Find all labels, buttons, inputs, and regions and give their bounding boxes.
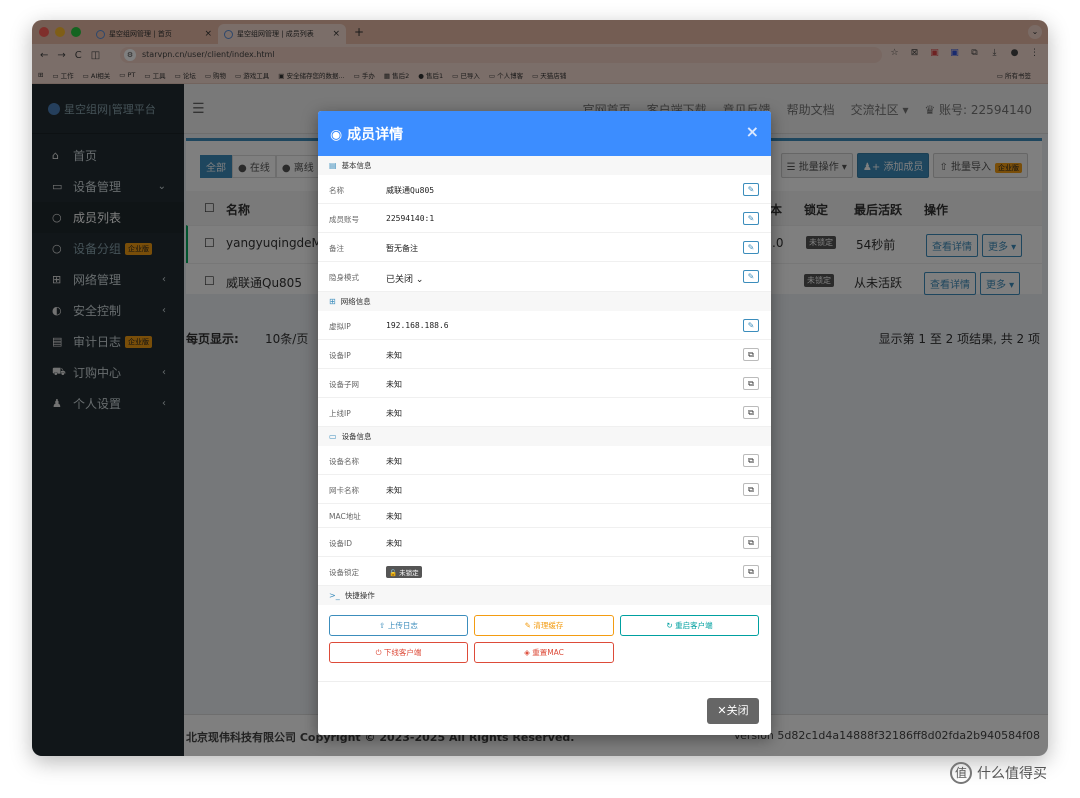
detail-value: 未知 — [386, 409, 402, 418]
section-label: 快捷操作 — [344, 591, 375, 600]
detail-row-remark: 备注 暂无备注 ✎ — [318, 233, 771, 262]
detail-row-stealth: 隐身模式 已关闭 ⌄ ✎ — [318, 262, 771, 292]
smzdm-logo-icon: 值 — [950, 762, 972, 784]
copy-icon[interactable]: ⧉ — [743, 483, 759, 496]
detail-value: 未知 — [386, 539, 402, 548]
section-device-info: ▭ 设备信息 — [318, 427, 771, 446]
detail-key: 上线IP — [329, 409, 351, 418]
lock-status-badge: 🔓 未锁定 — [386, 566, 422, 578]
section-quick-actions: >_ 快捷操作 — [318, 586, 771, 605]
modal-title-text: 成员详情 — [347, 127, 404, 143]
copy-icon[interactable]: ⧉ — [743, 565, 759, 578]
copy-icon[interactable]: ⧉ — [743, 536, 759, 549]
section-label: 设备信息 — [341, 432, 372, 441]
watermark: 值 什么值得买 — [950, 762, 1047, 784]
detail-key: 设备名称 — [329, 457, 359, 466]
terminal-icon: >_ — [329, 591, 340, 600]
detail-key: 网卡名称 — [329, 486, 359, 495]
section-label: 网络信息 — [340, 297, 371, 306]
quick-actions: ⇧ 上传日志 ✎ 清理缓存 ↻ 重启客户端 ⏻ 下线客户端 ◈ 重置MAC — [318, 605, 771, 679]
detail-row-device-name: 设备名称 未知 ⧉ — [318, 446, 771, 475]
detail-row-account: 成员账号 22594140:1 ✎ — [318, 204, 771, 233]
detail-key: 成员账号 — [329, 215, 359, 224]
detail-key: 设备锁定 — [329, 568, 359, 577]
restart-client-button[interactable]: ↻ 重启客户端 — [620, 615, 759, 636]
stealth-mode-select[interactable]: 已关闭 ⌄ — [386, 272, 423, 285]
detail-key: 备注 — [329, 244, 344, 253]
edit-icon[interactable]: ✎ — [743, 319, 759, 332]
close-icon[interactable]: × — [746, 122, 759, 141]
edit-icon[interactable]: ✎ — [743, 212, 759, 225]
watermark-text: 什么值得买 — [977, 766, 1047, 782]
detail-value: 暂无备注 — [386, 244, 418, 253]
user-icon: ◉ — [330, 127, 348, 143]
detail-row-online-ip: 上线IP 未知 ⧉ — [318, 398, 771, 427]
member-detail-modal: ◉ 成员详情 × ▤ 基本信息 名称 威联通Qu805 ✎ 成员账号 22594140:… — [318, 111, 771, 735]
detail-row-device-ip: 设备IP 未知 ⧉ — [318, 340, 771, 369]
upload-log-button[interactable]: ⇧ 上传日志 — [329, 615, 468, 636]
detail-row-name: 名称 威联通Qu805 ✎ — [318, 175, 771, 204]
detail-row-nic-name: 网卡名称 未知 ⧉ — [318, 475, 771, 504]
detail-row-device-lock: 设备锁定 🔓 未锁定 ⧉ — [318, 557, 771, 586]
detail-key: 名称 — [329, 186, 344, 195]
detail-value: 未知 — [386, 486, 402, 495]
id-card-icon: ▤ — [329, 161, 337, 170]
sitemap-icon: ⊞ — [329, 297, 336, 306]
detail-value: 威联通Qu805 — [386, 186, 435, 195]
modal-title: ◉ 成员详情 — [330, 124, 403, 144]
copy-icon[interactable]: ⧉ — [743, 377, 759, 390]
copy-icon[interactable]: ⧉ — [743, 406, 759, 419]
detail-value: 未知 — [386, 351, 402, 360]
detail-value: 22594140:1 — [386, 214, 435, 223]
detail-row-device-id: 设备ID 未知 ⧉ — [318, 528, 771, 557]
reset-mac-button[interactable]: ◈ 重置MAC — [474, 642, 614, 663]
detail-row-virtual-ip: 虚拟IP 192.168.188.6 ✎ — [318, 311, 771, 340]
copy-icon[interactable]: ⧉ — [743, 454, 759, 467]
clear-cache-button[interactable]: ✎ 清理缓存 — [474, 615, 614, 636]
detail-value: 未知 — [386, 457, 402, 466]
detail-value: 未知 — [386, 512, 402, 521]
section-label: 基本信息 — [341, 161, 372, 170]
copy-icon[interactable]: ⧉ — [743, 348, 759, 361]
detail-value: 192.168.188.6 — [386, 321, 449, 330]
laptop-icon: ▭ — [329, 432, 337, 441]
detail-key: 隐身模式 — [329, 273, 359, 282]
offline-client-button[interactable]: ⏻ 下线客户端 — [329, 642, 468, 663]
detail-key: 虚拟IP — [329, 322, 351, 331]
detail-key: 设备ID — [329, 539, 352, 548]
edit-icon[interactable]: ✎ — [743, 183, 759, 196]
modal-footer: ✕关闭 — [318, 681, 771, 735]
detail-key: 设备IP — [329, 351, 351, 360]
detail-row-subnet: 设备子网 未知 ⧉ — [318, 369, 771, 398]
detail-key: 设备子网 — [329, 380, 359, 389]
section-basic-info: ▤ 基本信息 — [318, 156, 771, 175]
detail-row-mac: MAC地址 未知 — [318, 504, 771, 528]
modal-header: ◉ 成员详情 × — [318, 111, 771, 156]
edit-icon[interactable]: ✎ — [743, 241, 759, 254]
detail-key: MAC地址 — [329, 512, 361, 521]
close-button[interactable]: ✕关闭 — [707, 698, 759, 724]
section-network-info: ⊞ 网络信息 — [318, 292, 771, 311]
detail-value: 未知 — [386, 380, 402, 389]
edit-icon[interactable]: ✎ — [743, 270, 759, 283]
